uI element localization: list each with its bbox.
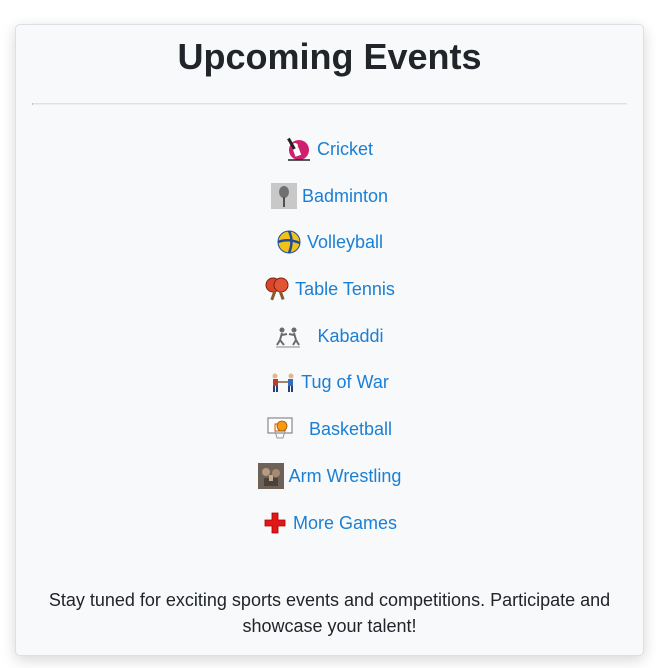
event-link-kabaddi[interactable]: Kabaddi (275, 323, 384, 349)
tug-of-war-icon (270, 369, 296, 395)
event-label: Cricket (316, 139, 373, 159)
event-label: Badminton (301, 185, 389, 206)
list-item: More Games (16, 510, 643, 557)
cricket-icon (286, 136, 312, 162)
list-item: Basketball (16, 416, 643, 463)
event-label: Volleyball (306, 232, 384, 253)
kabaddi-icon (275, 323, 301, 349)
event-link-volleyball[interactable]: Volleyball (276, 229, 383, 255)
list-item: Tug of War (16, 369, 643, 416)
list-item: Arm Wrestling (16, 462, 643, 510)
event-label: Kabaddi (317, 325, 384, 346)
list-item: Table Tennis (16, 276, 643, 323)
page-title: Upcoming Events (177, 36, 482, 77)
table-tennis-icon (264, 276, 290, 302)
divider (32, 103, 627, 105)
badminton-icon (270, 182, 297, 209)
event-label: Basketball (308, 419, 393, 440)
events-list: Cricket Badminton Volleyball Table Tenni… (16, 136, 643, 556)
basketball-icon (267, 416, 293, 442)
event-label: More Games (292, 512, 398, 533)
event-link-tug-of-war[interactable]: Tug of War (270, 369, 389, 395)
events-card: Upcoming Events Cricket Badminton Volley… (15, 24, 644, 656)
event-link-table-tennis[interactable]: Table Tennis (264, 276, 395, 302)
list-item: Volleyball (16, 229, 643, 276)
event-label: Tug of War (301, 372, 389, 393)
list-item: Badminton (16, 182, 643, 230)
event-label: Table Tennis (295, 279, 395, 300)
footer-text: Stay tuned for exciting sports events an… (48, 590, 611, 636)
event-link-arm-wrestling[interactable]: Arm Wrestling (257, 462, 402, 489)
plus-icon (262, 510, 288, 536)
arm-wrestling-icon (257, 462, 284, 489)
event-label: Arm Wrestling (288, 465, 402, 486)
event-link-badminton[interactable]: Badminton (270, 182, 389, 209)
event-link-cricket[interactable]: Cricket (286, 136, 373, 162)
event-link-basketball[interactable]: Basketball (267, 416, 392, 442)
volleyball-icon (276, 229, 302, 255)
list-item: Kabaddi (16, 323, 643, 370)
event-link-more-games[interactable]: More Games (262, 510, 397, 536)
list-item: Cricket (16, 136, 643, 183)
